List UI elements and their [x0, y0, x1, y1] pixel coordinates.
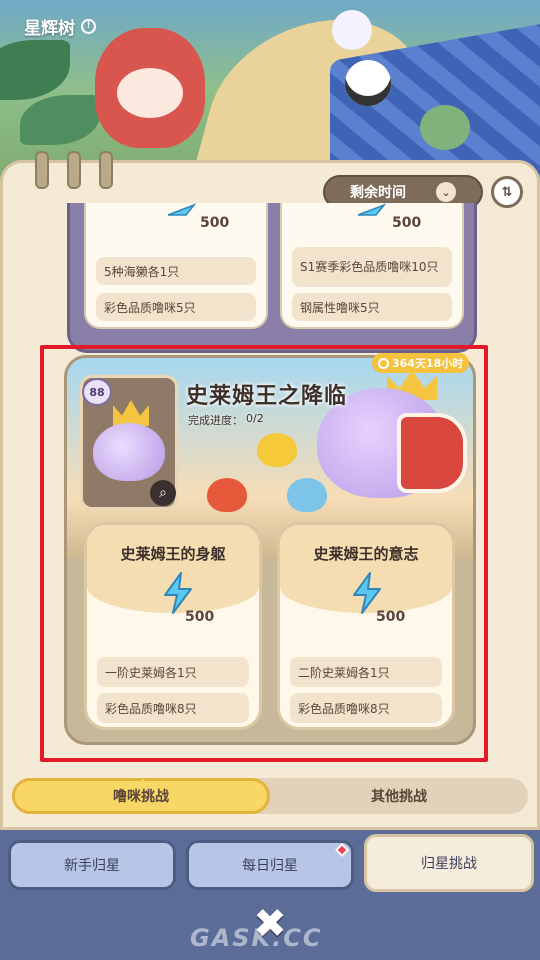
requirement-item: 钢属性噜咪5只 — [292, 293, 452, 321]
task-card[interactable]: 500 5种海獭各1只 彩色品质噜咪5只 — [84, 203, 268, 329]
lightning-icon — [357, 203, 386, 216]
tab-challenge[interactable]: 归星挑战 — [364, 834, 534, 892]
area-title-text: 星辉树 — [24, 18, 75, 39]
panel-hanger — [99, 151, 113, 189]
challenge-card-previous[interactable]: 500 5种海獭各1只 彩色品质噜咪5只 500 S1赛季彩色品质噜咪10只 钢… — [67, 203, 477, 353]
fox-character — [95, 28, 205, 148]
panel-hanger — [35, 151, 49, 189]
ghost-character — [332, 10, 372, 50]
selection-highlight — [40, 345, 488, 762]
scene-leaf — [20, 95, 100, 145]
tab-daily[interactable]: 每日归星 — [186, 840, 354, 890]
panda-character — [345, 60, 391, 106]
requirement-item: 彩色品质噜咪5只 — [96, 293, 256, 321]
task-card[interactable]: 500 S1赛季彩色品质噜咪10只 钢属性噜咪5只 — [280, 203, 464, 329]
tab-daily-label: 每日归星 — [242, 858, 298, 874]
new-indicator-icon — [334, 842, 350, 858]
area-title[interactable]: 星辉树 ! — [12, 10, 108, 42]
sort-order-toggle-icon[interactable]: ⇅ — [491, 176, 523, 208]
reward-amount: 500 — [200, 215, 230, 231]
tab-newbie[interactable]: 新手归星 — [8, 840, 176, 890]
mouse-character — [420, 105, 470, 150]
info-icon[interactable]: ! — [81, 18, 96, 34]
requirement-item: S1赛季彩色品质噜咪10只 — [292, 247, 452, 287]
scene-leaf — [0, 40, 70, 100]
tab-lumi-challenge[interactable]: 噜咪挑战 — [12, 778, 270, 814]
chevron-down-icon: ⌄ — [436, 182, 456, 202]
watermark: GASK.CC — [190, 924, 323, 952]
tab-other-challenge[interactable]: 其他挑战 — [270, 778, 528, 814]
reward-amount: 500 — [392, 215, 422, 231]
sort-dropdown-label: 剩余时间 — [350, 185, 406, 201]
requirement-item: 5种海獭各1只 — [96, 257, 256, 285]
panel-hanger — [67, 151, 81, 189]
lightning-icon — [167, 203, 196, 216]
